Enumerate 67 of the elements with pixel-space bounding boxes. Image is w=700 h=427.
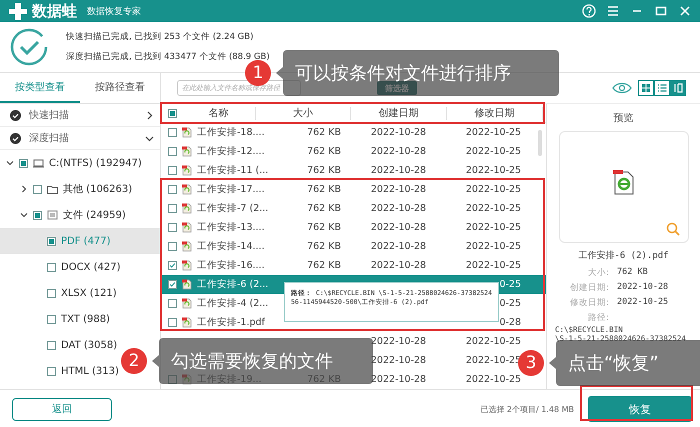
tree-label: C:(NTFS) (192947) bbox=[49, 158, 142, 168]
modified-date: 0-25 bbox=[499, 279, 521, 290]
modified-date: 2022-10-25 bbox=[466, 203, 522, 214]
detail-value: 2022-10-28 bbox=[617, 282, 668, 294]
file-name: 工作安排-18.... bbox=[197, 126, 265, 139]
file-name: 工作安排-16.... bbox=[197, 259, 265, 272]
tree-label: TXT (988) bbox=[61, 314, 110, 324]
tree-label: 其他 (106263) bbox=[63, 182, 132, 196]
tree-label: 文件 (24959) bbox=[63, 208, 126, 222]
preview-title: 预览 bbox=[614, 112, 634, 125]
created-date: 2022-10-28 bbox=[370, 222, 426, 233]
detail-label: 修改日期: bbox=[569, 297, 609, 309]
preview-filename: 工作安排-6 (2).pdf bbox=[578, 250, 669, 262]
app-subtitle: 数据恢复专家 bbox=[87, 6, 141, 18]
selection-status: 已选择 2个项目/ 1.48 MB bbox=[480, 404, 574, 414]
app-name: 数据蛙 bbox=[32, 2, 77, 20]
created-date: 2022-10-28 bbox=[370, 260, 426, 271]
tree-label: HTML (313) bbox=[61, 366, 119, 376]
created-date: 2022-10-28 bbox=[370, 203, 426, 214]
detail-label: 大小: bbox=[587, 267, 609, 279]
created-date: 2022-10-28 bbox=[370, 241, 426, 252]
scan-result-text: 深度扫描已完成, 已找到 433477 个文件 (88.9 GB) bbox=[66, 51, 270, 63]
tree-label: DOCX (427) bbox=[61, 262, 120, 272]
file-size: 762 KB bbox=[307, 127, 341, 138]
modified-date: 2022-10-25 bbox=[466, 165, 522, 176]
file-name: 工作安排-17.... bbox=[197, 183, 265, 196]
file-name: 工作安排-7 (2... bbox=[197, 202, 268, 215]
step-number: 2 bbox=[121, 348, 147, 374]
modified-date: 2022-10-25 bbox=[466, 260, 522, 271]
file-name: 工作安排-4 (2... bbox=[197, 297, 268, 310]
created-date: 2022-10-28 bbox=[370, 146, 426, 157]
modified-date: 2022-10-25 bbox=[466, 184, 522, 195]
created-date: 2022-10-28 bbox=[370, 184, 426, 195]
file-name: 工作安排-1.pdf bbox=[197, 316, 265, 329]
modified-date: 2022-10-25 bbox=[466, 336, 522, 347]
tree-label: XLSX (121) bbox=[61, 288, 117, 298]
file-name: 工作安排-14.... bbox=[197, 240, 265, 253]
tree-label: PDF (477) bbox=[61, 236, 111, 246]
modified-date: 2022-10-25 bbox=[466, 127, 522, 138]
modified-date: 0-25 bbox=[499, 298, 521, 309]
detail-value: 2022-10-25 bbox=[617, 297, 668, 309]
created-date: 2022-10-28 bbox=[370, 165, 426, 176]
modified-date: 2022-10-25 bbox=[466, 222, 522, 233]
file-size: 762 KB bbox=[307, 184, 341, 195]
step-tooltip: 点击“恢复” bbox=[556, 340, 700, 386]
file-size: 762 KB bbox=[307, 260, 341, 271]
step-number: 1 bbox=[245, 60, 271, 86]
step-number: 3 bbox=[518, 350, 544, 376]
file-size: 762 KB bbox=[307, 241, 341, 252]
modified-date: 2022-10-25 bbox=[466, 241, 522, 252]
file-size: 762 KB bbox=[307, 165, 341, 176]
file-name: 工作安排-13.... bbox=[197, 221, 265, 234]
modified-date: 0-28 bbox=[499, 317, 521, 328]
detail-label: 创建日期: bbox=[569, 282, 609, 294]
scan-result-text: 快速扫描已完成, 已找到 253 个文件 (2.24 GB) bbox=[66, 31, 254, 43]
detail-label: 路径: bbox=[587, 312, 609, 324]
file-size: 762 KB bbox=[307, 222, 341, 233]
modified-date: 2022-10-25 bbox=[466, 374, 522, 385]
file-size: 762 KB bbox=[307, 203, 341, 214]
detail-value: 762 KB bbox=[617, 267, 649, 279]
modified-date: 2022-10-25 bbox=[466, 146, 522, 157]
file-name: 工作安排-6 (2... bbox=[197, 278, 268, 291]
file-name: 工作安排-11 (... bbox=[197, 164, 268, 177]
file-size: 762 KB bbox=[307, 146, 341, 157]
tree-label: DAT (3058) bbox=[61, 340, 118, 350]
created-date: 2022-10-28 bbox=[370, 127, 426, 138]
file-name: 工作安排-12.... bbox=[197, 145, 265, 158]
